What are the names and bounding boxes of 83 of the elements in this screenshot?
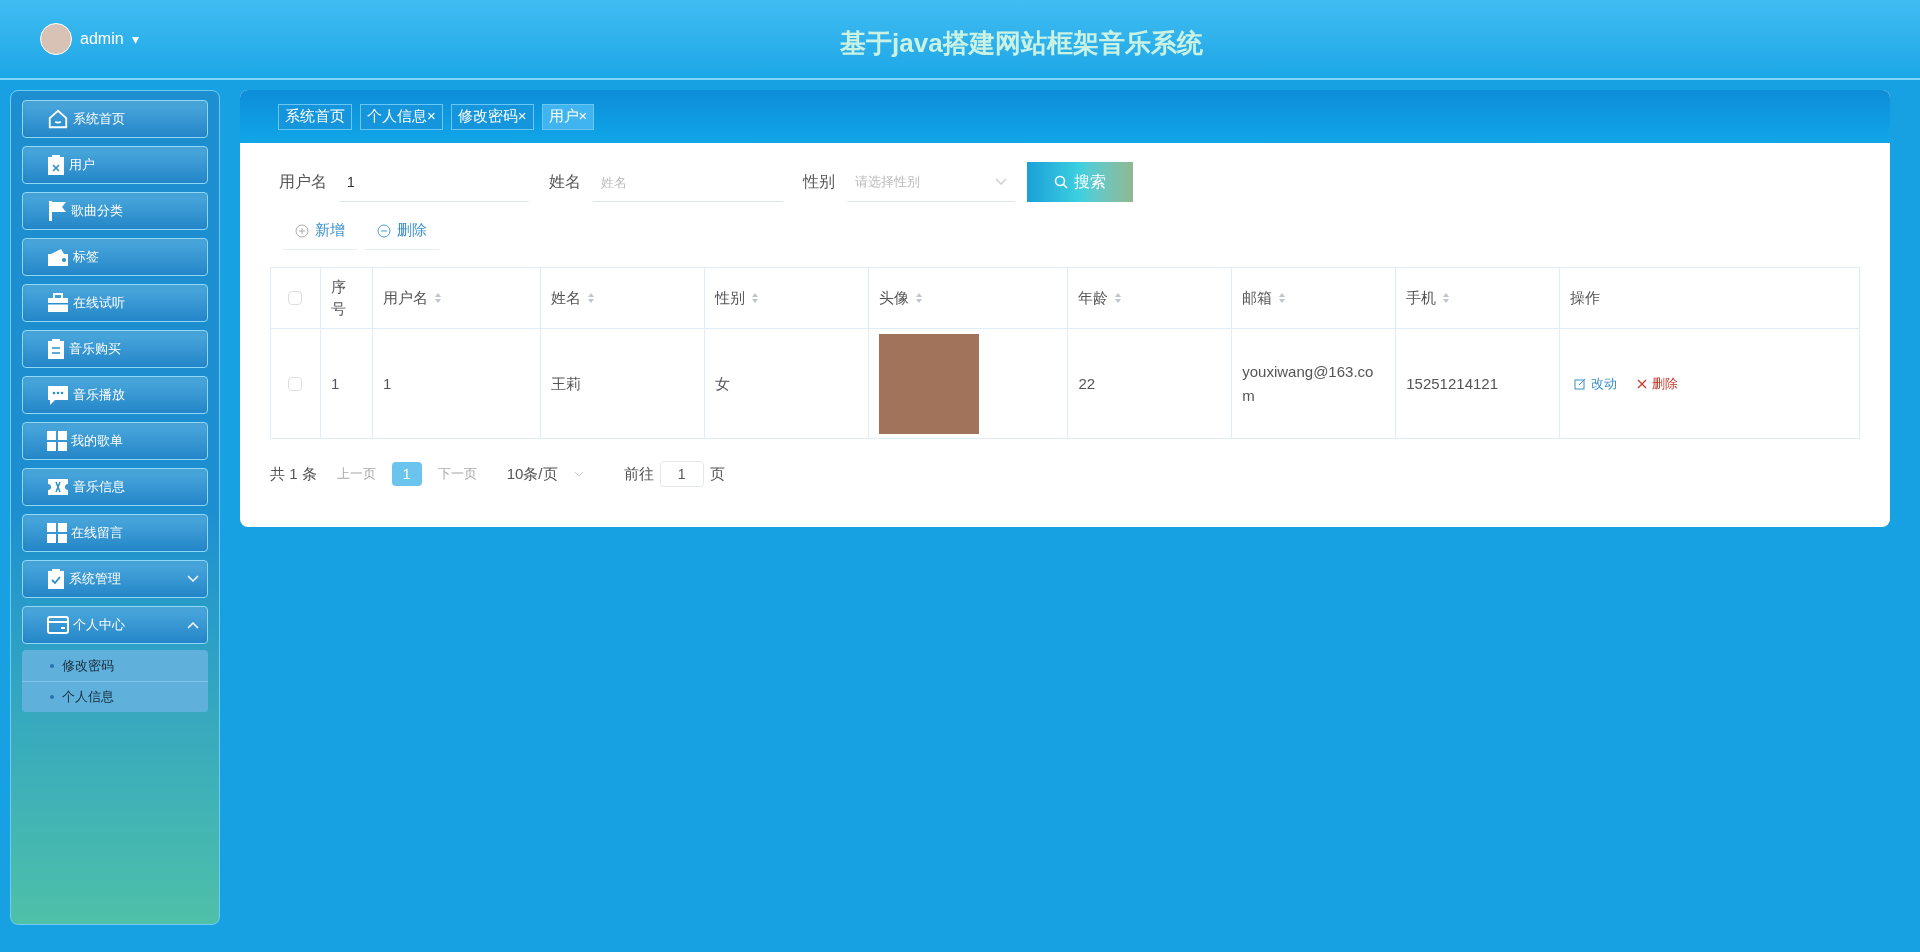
search-field[interactable]: 1 xyxy=(339,162,529,202)
briefcase-icon xyxy=(47,293,69,313)
search-field[interactable]: 姓名 xyxy=(593,162,783,202)
sidebar-item[interactable]: 用户 xyxy=(22,146,208,184)
sidebar-item[interactable]: 在线试听 xyxy=(22,284,208,322)
table-cell-text: youxiwang@163.com xyxy=(1242,361,1375,406)
sidebar-item[interactable]: 歌曲分类 xyxy=(22,192,208,230)
chevron-down-icon xyxy=(573,471,584,477)
sidebar-item[interactable]: 音乐播放 xyxy=(22,376,208,414)
avatar xyxy=(40,23,72,55)
sidebar-item[interactable]: 系统首页 xyxy=(22,100,208,138)
add-button[interactable]: 新增 xyxy=(283,212,357,250)
delete-link[interactable]: 删除 xyxy=(1637,373,1679,394)
clipboard-icon xyxy=(47,338,65,360)
tab[interactable]: 修改密码× xyxy=(450,103,534,130)
sort-icon[interactable] xyxy=(1442,292,1451,304)
row-checkbox[interactable] xyxy=(288,376,303,391)
clipboard-icon xyxy=(47,154,65,176)
sort-icon[interactable] xyxy=(433,292,442,304)
submenu-item[interactable]: 个人信息 xyxy=(22,681,208,712)
delete-button[interactable]: 删除 xyxy=(365,212,439,250)
sidebar-item[interactable]: 我的歌单 xyxy=(22,422,208,460)
table-cell-text: 王莉 xyxy=(550,373,582,394)
gender-select[interactable]: 请选择性别 xyxy=(847,162,1015,202)
sidebar-item[interactable]: 标签 xyxy=(22,238,208,276)
table-cell-text: 15251214121 xyxy=(1406,373,1499,394)
sidebar-item[interactable]: 音乐信息 xyxy=(22,468,208,506)
sort-icon[interactable] xyxy=(1278,292,1287,304)
table-cell-text: 1 xyxy=(382,373,393,394)
sort-icon[interactable] xyxy=(586,292,595,304)
table-cell-text: 女 xyxy=(714,373,731,394)
tab[interactable]: 用户× xyxy=(541,103,595,130)
plus-circle-icon xyxy=(295,223,309,238)
flag-icon xyxy=(47,200,67,222)
field-label: 性别 xyxy=(803,172,835,192)
column-header[interactable]: 头像 xyxy=(878,286,923,310)
username[interactable]: admin xyxy=(80,27,124,51)
app-title: 基于java搭建网站框架音乐系统 xyxy=(840,27,1203,60)
chat-icon xyxy=(47,384,69,406)
search-icon xyxy=(1054,175,1068,189)
column-header[interactable]: 用户名 xyxy=(382,286,442,310)
edit-link[interactable]: 改动 xyxy=(1574,373,1618,394)
clipboard-check-icon xyxy=(47,568,65,590)
column-header[interactable]: 姓名 xyxy=(550,286,595,310)
caret-icon[interactable]: ▾ xyxy=(131,28,139,50)
close-icon xyxy=(1637,378,1648,389)
page-size-select[interactable]: 10条/页 xyxy=(506,462,584,486)
field-label: 姓名 xyxy=(549,172,581,192)
table-cell-text: 22 xyxy=(1078,373,1097,394)
house-icon xyxy=(47,108,69,130)
column-header[interactable]: 性别 xyxy=(714,286,759,310)
sort-icon[interactable] xyxy=(914,292,923,304)
column-header[interactable]: 邮箱 xyxy=(1242,286,1287,310)
page-button[interactable]: 1 xyxy=(391,462,422,486)
sidebar-item[interactable]: 系统管理 xyxy=(22,560,208,598)
total-count: 共 1 条 xyxy=(270,463,317,484)
search-button[interactable]: 搜索 xyxy=(1027,162,1133,202)
field-label: 用户名 xyxy=(279,172,327,192)
grid-icon xyxy=(47,431,67,451)
wallet-icon xyxy=(47,247,69,267)
edit-icon xyxy=(1574,377,1587,390)
card-icon xyxy=(47,615,69,635)
sort-icon[interactable] xyxy=(750,292,759,304)
sidebar-item[interactable]: 在线留言 xyxy=(22,514,208,552)
sidebar-item[interactable]: 音乐购买 xyxy=(22,330,208,368)
submenu-item[interactable]: 修改密码 xyxy=(22,650,208,681)
tab[interactable]: 系统首页 xyxy=(278,103,352,130)
page-input[interactable]: 1 xyxy=(659,461,704,487)
page-unit: 页 xyxy=(709,463,725,484)
column-header: 序号 xyxy=(330,277,347,319)
select-all-checkbox[interactable] xyxy=(288,291,303,305)
minus-circle-icon xyxy=(377,223,391,238)
table-cell-text: 1 xyxy=(330,373,341,394)
column-header[interactable]: 手机 xyxy=(1406,286,1451,310)
chevron-down-icon xyxy=(995,177,1007,186)
goto-label: 前往 xyxy=(623,463,654,484)
tab[interactable]: 个人信息× xyxy=(360,103,443,130)
grid-icon xyxy=(47,523,67,543)
sidebar-item[interactable]: 个人中心 xyxy=(22,606,208,644)
column-header[interactable]: 年龄 xyxy=(1078,286,1123,310)
sort-icon[interactable] xyxy=(1114,292,1123,304)
ticket-icon xyxy=(47,478,69,496)
column-header: 操作 xyxy=(1570,287,1601,308)
